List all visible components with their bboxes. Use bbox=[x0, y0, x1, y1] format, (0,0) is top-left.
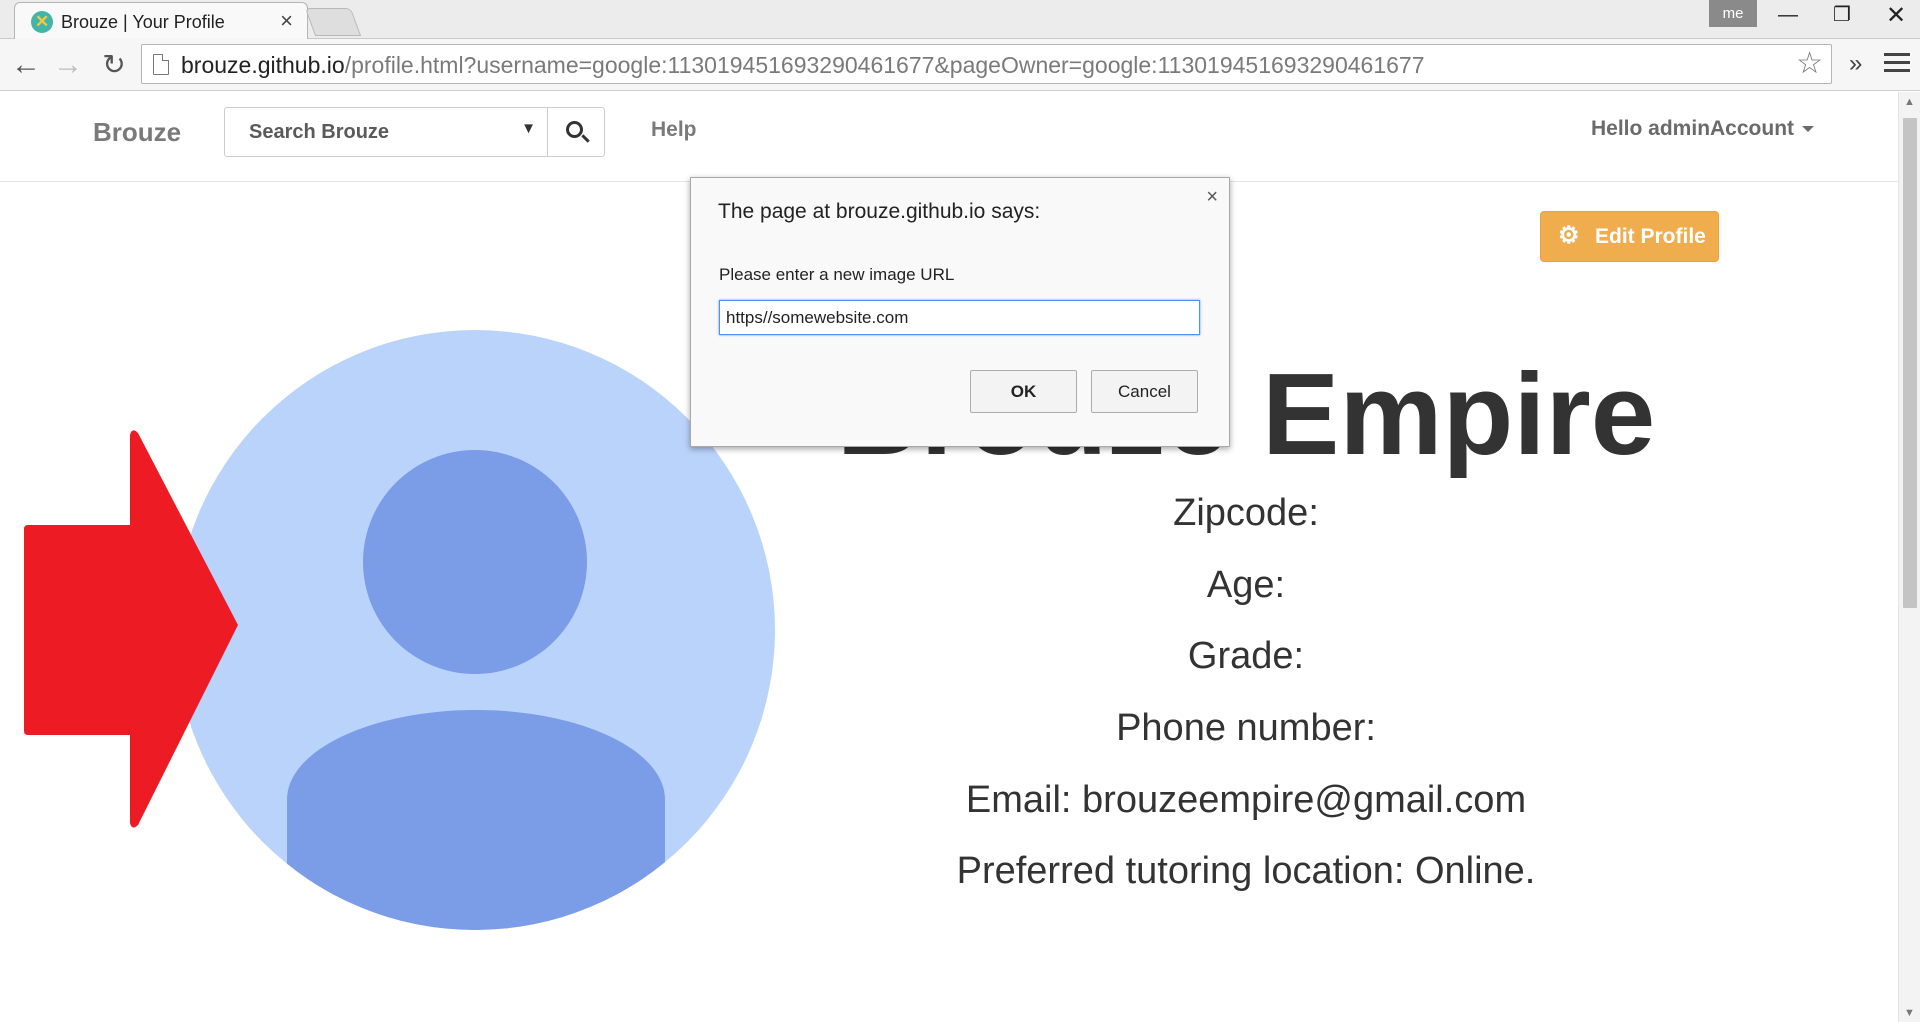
browser-menu-icon[interactable] bbox=[1884, 53, 1910, 75]
cancel-button[interactable]: Cancel bbox=[1091, 370, 1198, 413]
user-menu[interactable]: Hello adminAccount bbox=[1591, 117, 1815, 141]
avatar-head bbox=[363, 450, 587, 674]
site-favicon-icon bbox=[31, 11, 53, 33]
address-bar[interactable]: brouze.github.io/profile.html?username=g… bbox=[141, 44, 1832, 84]
page-icon bbox=[153, 54, 169, 75]
age-field: Age: bbox=[1206, 564, 1286, 606]
url-text[interactable]: brouze.github.io/profile.html?username=g… bbox=[181, 52, 1425, 79]
edit-profile-button[interactable]: ⚙ Edit Profile bbox=[1540, 211, 1719, 262]
url-host: brouze.github.io bbox=[181, 52, 345, 78]
search-dropdown-caret-icon[interactable]: ▼ bbox=[521, 120, 536, 137]
phone-field: Phone number: bbox=[1116, 707, 1376, 749]
browser-tab[interactable]: Brouze | Your Profile × bbox=[14, 2, 308, 39]
edit-profile-label: Edit Profile bbox=[1595, 225, 1706, 248]
scroll-up-icon[interactable]: ▲ bbox=[1904, 96, 1915, 108]
window-close-button[interactable]: ✕ bbox=[1869, 0, 1920, 31]
help-link[interactable]: Help bbox=[651, 118, 697, 142]
zipcode-field: Zipcode: bbox=[1173, 492, 1319, 534]
dialog-message: Please enter a new image URL bbox=[719, 265, 955, 284]
email-field: Email: brouzeempire@gmail.com bbox=[965, 779, 1527, 821]
window-minimize-button[interactable]: — bbox=[1761, 0, 1815, 31]
grade-field: Grade: bbox=[1187, 635, 1305, 677]
red-arrow-annotation bbox=[24, 430, 238, 828]
back-arrow-icon[interactable]: ← bbox=[8, 47, 44, 83]
page-scrollbar[interactable]: ▲ ▼ bbox=[1898, 92, 1920, 1022]
image-url-input[interactable] bbox=[719, 300, 1200, 335]
gear-icon: ⚙ bbox=[1558, 222, 1580, 249]
scrollbar-thumb[interactable] bbox=[1903, 118, 1917, 608]
dialog-title: The page at brouze.github.io says: bbox=[718, 200, 1041, 223]
location-field: Preferred tutoring location: Online. bbox=[956, 850, 1536, 892]
dialog-close-icon[interactable]: × bbox=[1206, 186, 1218, 209]
site-navbar: Brouze Search Brouze ▼ Help Hello adminA… bbox=[0, 92, 1898, 182]
search-input[interactable]: Search Brouze ▼ bbox=[224, 107, 548, 157]
tab-close-icon[interactable]: × bbox=[280, 9, 293, 33]
prompt-dialog: × The page at brouze.github.io says: Ple… bbox=[690, 177, 1230, 447]
avatar-body bbox=[287, 710, 665, 930]
profile-avatar[interactable] bbox=[175, 330, 775, 930]
url-path: /profile.html?username=google:1130194516… bbox=[344, 52, 1425, 78]
chevron-down-icon bbox=[1802, 126, 1815, 133]
new-tab-button[interactable] bbox=[304, 8, 362, 36]
tab-title: Brouze | Your Profile bbox=[61, 12, 225, 32]
page-viewport: Brouze Search Brouze ▼ Help Hello adminA… bbox=[0, 92, 1898, 1022]
search-button[interactable] bbox=[547, 107, 605, 157]
forward-arrow-icon[interactable]: → bbox=[50, 47, 86, 83]
search-placeholder: Search Brouze bbox=[249, 121, 390, 143]
user-menu-label: Hello adminAccount bbox=[1591, 117, 1795, 140]
bookmark-star-icon[interactable]: ☆ bbox=[1796, 48, 1823, 80]
extensions-overflow-icon[interactable]: » bbox=[1849, 46, 1862, 82]
site-brand[interactable]: Brouze bbox=[93, 117, 181, 148]
browser-tabstrip: Brouze | Your Profile × me — ❐ ✕ bbox=[0, 0, 1920, 39]
reload-icon[interactable]: ↻ bbox=[96, 47, 132, 83]
ok-button[interactable]: OK bbox=[970, 370, 1077, 413]
window-maximize-button[interactable]: ❐ bbox=[1815, 0, 1869, 31]
browser-toolbar: ← → ↻ brouze.github.io/profile.html?user… bbox=[0, 39, 1920, 91]
scroll-down-icon[interactable]: ▼ bbox=[1904, 1007, 1915, 1019]
browser-profile-badge[interactable]: me bbox=[1709, 0, 1757, 27]
